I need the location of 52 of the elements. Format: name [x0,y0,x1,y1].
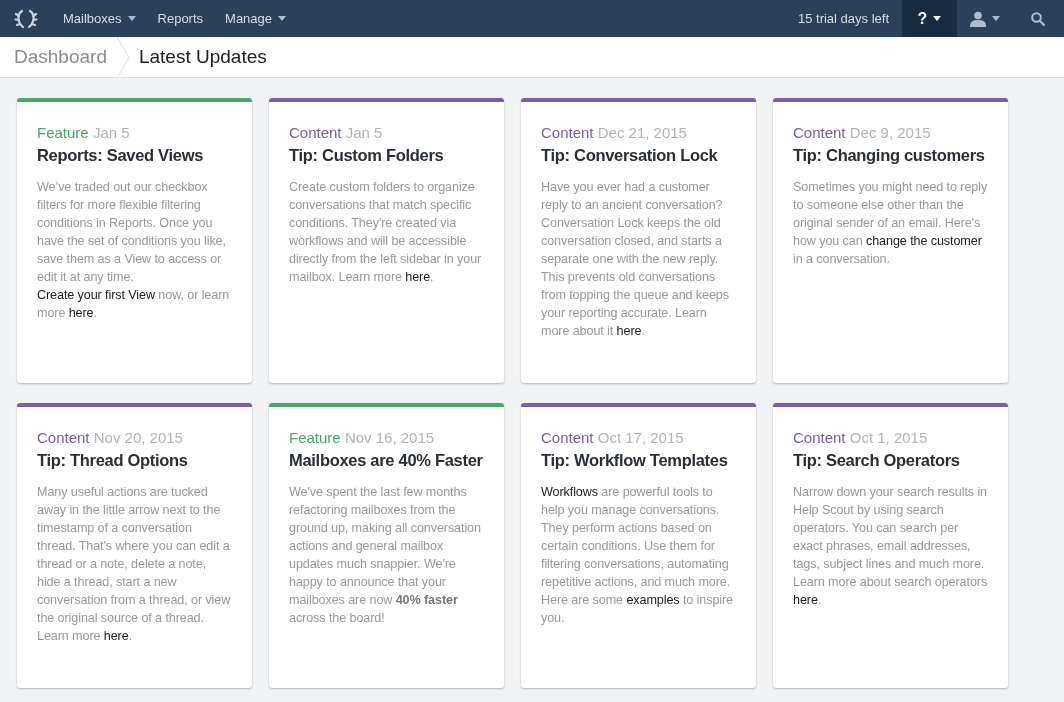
card-description: Workflows are powerful tools to help you manage conversations. They perform actions based on certain conditions. Use them for filtering conversations, automating repetitive actions, and much more. Here are some examples to inspire you. [541,484,734,627]
nav-menu-item[interactable]: Reports [146,0,215,37]
link[interactable]: Workflows [541,485,598,499]
link[interactable]: here [793,593,818,607]
search-icon [1031,11,1045,26]
caret-icon [991,16,1000,21]
card-description: We've spent the last few months refactoring mailboxes from the ground up, making all conversation actions and general mailbox updates much snappier. We're happy to announce that your mailboxes are now 40% faster across the board! [289,484,482,627]
card-description: Many useful actions are tucked away in the little arrow next to the timestamp of a conversation thread. That's where you can edit a thread or a note, delete a note, hide a thread, start a new conversation from a thread, or view the original source of a thread. Learn more here. [37,484,232,645]
date-label: Dec 21, 2015 [597,124,687,141]
card-title: Tip: Custom Folders [289,145,445,165]
category-label: Content [541,429,594,446]
date-label: Jan 5 [345,124,383,141]
date-label: Oct 1, 2015 [849,429,928,446]
nav-menu-item[interactable]: Manage [214,0,298,37]
date-label: Dec 9, 2015 [849,124,931,141]
link[interactable]: here [68,306,94,320]
link[interactable]: examples [626,593,680,607]
trial-days-label: 15 trial days left [797,9,890,28]
card-title: Reports: Saved Views [37,145,205,165]
category-label: Content [541,124,594,141]
card-description: We’ve traded out our checkbox filters for more flexible filtering conditions in Reports. Once you have the set of conditions you like, save them as a View to access or edit it at any time. Create your first View now, or learn more here. [37,179,231,322]
card-title: Mailboxes are 40% Faster [289,450,484,470]
help-menu-button[interactable]: ? [902,0,957,37]
category-label: Content [289,124,342,141]
card-description: Have you ever had a customer reply to an ancient conversation? Conversation Lock keeps the old conversation closed, and starts a separate one with the new reply. This prevents old conversations from topping the queue and keeps your reporting accurate. Learn more about it here. [541,179,730,340]
user-icon [969,10,986,27]
caret-icon [127,16,136,21]
date-label: Jan 5 [92,124,130,141]
nav-menu-item[interactable]: Mailboxes [52,0,147,37]
date-label: Oct 17, 2015 [597,429,684,446]
category-label: Content [793,429,846,446]
page-title: Latest Updates [138,44,267,69]
category-label: Feature [37,124,89,141]
caret-icon [278,16,287,21]
category-label: Content [37,429,90,446]
card-title: Tip: Changing customers [793,145,986,165]
card-title: Tip: Search Operators [793,450,961,470]
card-description: Create custom folders to organize conversations that match specific conditions. They're created via workflows and will be accessible directly from the left sidebar in your mailbox. Learn more here. [289,179,483,286]
card-title: Tip: Workflow Templates [541,450,729,470]
date-label: Nov 20, 2015 [93,429,183,446]
link[interactable]: here [103,629,129,643]
card-title: Tip: Thread Options [37,450,189,470]
link[interactable]: change the customer [866,234,982,248]
card-title: Tip: Conversation Lock [541,145,719,165]
card-description: Narrow down your search results in Help Scout by using search operators. You can search per exact phrases, email addresses, tags, subject lines and much more. Learn more about search operators here. [793,484,988,609]
caret-icon [933,16,942,21]
wreath-logo-icon[interactable] [14,7,38,30]
link[interactable]: Create your first View [37,288,155,302]
category-label: Content [793,124,846,141]
category-label: Feature [289,429,341,446]
card-description: Sometimes you might need to reply to someone else other than the original sender of an email. Here's how you can change the customer in a conversation. [793,179,988,268]
date-label: Nov 16, 2015 [344,429,435,446]
